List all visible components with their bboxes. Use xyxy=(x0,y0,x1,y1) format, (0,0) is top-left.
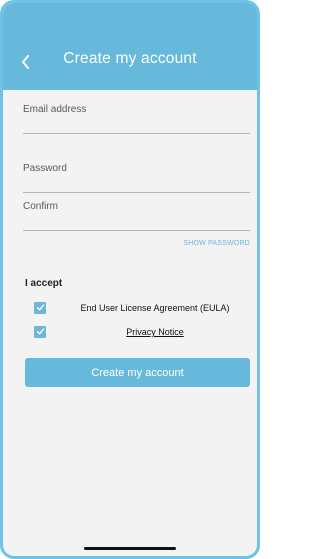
accept-heading: I accept xyxy=(25,278,63,289)
check-icon xyxy=(36,323,45,341)
password-underline xyxy=(23,192,250,193)
confirm-underline xyxy=(23,230,250,231)
confirm-label: Confirm xyxy=(23,201,59,212)
email-underline xyxy=(23,133,250,134)
email-field[interactable]: Email address xyxy=(23,104,250,134)
page-title: Create my account xyxy=(63,50,197,67)
show-password-link[interactable]: SHOW PASSWORD xyxy=(183,240,250,247)
eula-checkbox[interactable] xyxy=(34,302,46,314)
eula-label: End User License Agreement (EULA) xyxy=(80,303,230,313)
privacy-checkbox[interactable] xyxy=(34,326,46,338)
privacy-row: Privacy Notice xyxy=(3,325,257,341)
eula-row: End User License Agreement (EULA) xyxy=(3,301,257,317)
create-account-button[interactable]: Create my account xyxy=(25,358,250,387)
email-label: Email address xyxy=(23,104,87,115)
check-icon xyxy=(36,299,45,317)
confirm-password-field[interactable]: Confirm xyxy=(23,201,250,231)
home-indicator xyxy=(84,547,176,550)
password-label: Password xyxy=(23,163,67,174)
app-header: Create my account xyxy=(3,3,257,90)
password-field[interactable]: Password xyxy=(23,163,250,193)
phone-frame: Create my account Email address Password… xyxy=(0,0,260,559)
privacy-notice-link[interactable]: Privacy Notice xyxy=(53,327,257,337)
